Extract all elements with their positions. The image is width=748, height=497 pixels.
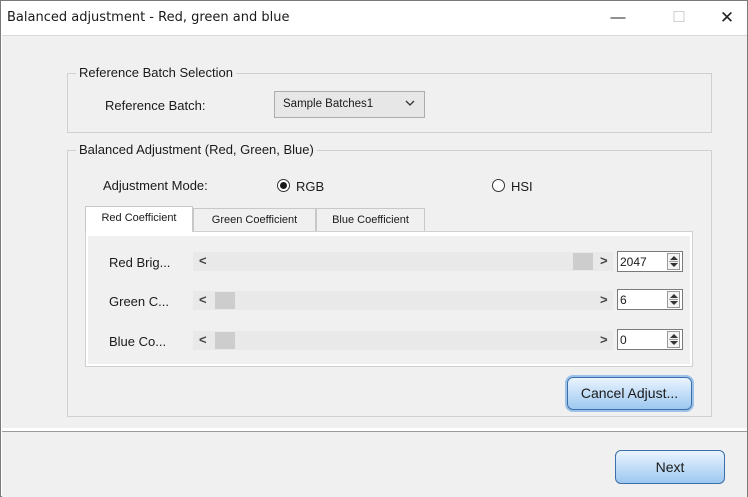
radio-selected-dot: [280, 182, 287, 189]
scroll-left-icon[interactable]: <: [199, 292, 207, 307]
scrollbar-thumb-blue[interactable]: [215, 332, 235, 349]
spin-arrows-icon[interactable]: [667, 291, 680, 308]
blue-coefficient-spinbox[interactable]: 0: [617, 329, 683, 350]
tab-green-coefficient[interactable]: Green Coefficient: [193, 208, 316, 232]
scroll-right-icon[interactable]: >: [600, 253, 608, 268]
scrollbar-blue[interactable]: [193, 331, 613, 350]
title-bar: Balanced adjustment - Red, green and blu…: [1, 1, 747, 35]
tab-red-coefficient[interactable]: Red Coefficient: [85, 206, 193, 232]
cancel-adjust-button[interactable]: Cancel Adjust...: [567, 377, 692, 410]
scroll-right-icon[interactable]: >: [600, 292, 608, 307]
chevron-down-icon: [404, 96, 416, 113]
red-brightness-spinbox[interactable]: 2047: [617, 251, 683, 272]
spinbox-value[interactable]: 6: [620, 293, 627, 307]
scroll-right-icon[interactable]: >: [600, 332, 608, 347]
radio-hsi-label[interactable]: HSI: [511, 179, 533, 194]
spin-arrows-icon[interactable]: [667, 253, 680, 270]
balanced-adjustment-legend: Balanced Adjustment (Red, Green, Blue): [76, 142, 317, 157]
green-coefficient-spinbox[interactable]: 6: [617, 289, 683, 310]
minimize-button[interactable]: —: [598, 5, 638, 31]
radio-rgb-label[interactable]: RGB: [296, 179, 324, 194]
next-button[interactable]: Next: [615, 450, 725, 484]
reference-batch-legend: Reference Batch Selection: [76, 65, 236, 80]
close-button[interactable]: ✕: [707, 5, 747, 31]
maximize-button[interactable]: ☐: [659, 5, 699, 31]
spin-arrows-icon[interactable]: [667, 331, 680, 348]
adjustment-mode-label: Adjustment Mode:: [103, 178, 208, 193]
spinbox-value[interactable]: 2047: [620, 255, 647, 269]
scrollbar-thumb-green[interactable]: [215, 292, 235, 309]
slider-label-green: Green C...: [109, 294, 169, 309]
scrollbar-red[interactable]: [193, 252, 613, 271]
reference-batch-label: Reference Batch:: [105, 98, 206, 113]
radio-hsi[interactable]: [492, 179, 505, 192]
scrollbar-thumb-red[interactable]: [573, 253, 593, 270]
scrollbar-green[interactable]: [193, 291, 613, 310]
scroll-left-icon[interactable]: <: [199, 253, 207, 268]
reference-batch-value: Sample Batches1: [283, 98, 374, 110]
scroll-left-icon[interactable]: <: [199, 332, 207, 347]
spinbox-value[interactable]: 0: [620, 333, 627, 347]
radio-rgb[interactable]: [277, 179, 290, 192]
reference-batch-select[interactable]: Sample Batches1: [274, 91, 425, 118]
tab-blue-coefficient[interactable]: Blue Coefficient: [316, 208, 425, 232]
slider-label-red: Red Brig...: [109, 255, 171, 270]
slider-label-blue: Blue Co...: [109, 334, 167, 349]
window-title: Balanced adjustment - Red, green and blu…: [7, 10, 290, 25]
dialog-window: Balanced adjustment - Red, green and blu…: [0, 0, 748, 497]
